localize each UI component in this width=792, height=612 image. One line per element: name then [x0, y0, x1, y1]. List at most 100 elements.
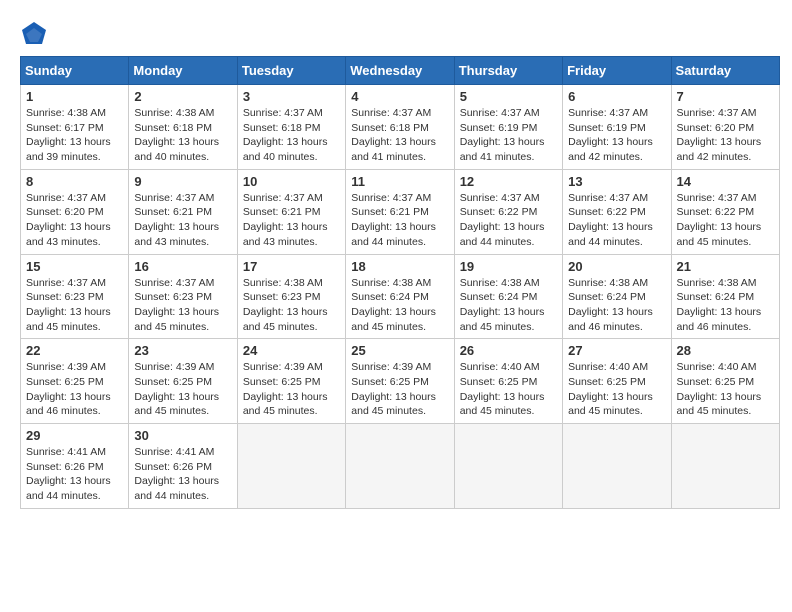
col-header-saturday: Saturday: [671, 57, 779, 85]
day-cell: 27 Sunrise: 4:40 AM Sunset: 6:25 PM Dayl…: [563, 339, 671, 424]
day-cell: [563, 424, 671, 509]
day-cell: 13 Sunrise: 4:37 AM Sunset: 6:22 PM Dayl…: [563, 169, 671, 254]
day-cell: 25 Sunrise: 4:39 AM Sunset: 6:25 PM Dayl…: [346, 339, 454, 424]
calendar-header-row: SundayMondayTuesdayWednesdayThursdayFrid…: [21, 57, 780, 85]
day-cell: 5 Sunrise: 4:37 AM Sunset: 6:19 PM Dayli…: [454, 85, 562, 170]
day-number: 14: [677, 174, 774, 189]
day-info: Sunrise: 4:37 AM Sunset: 6:22 PM Dayligh…: [568, 191, 665, 250]
day-number: 6: [568, 89, 665, 104]
logo: [20, 20, 52, 48]
day-number: 8: [26, 174, 123, 189]
day-info: Sunrise: 4:40 AM Sunset: 6:25 PM Dayligh…: [460, 360, 557, 419]
day-info: Sunrise: 4:37 AM Sunset: 6:22 PM Dayligh…: [677, 191, 774, 250]
day-info: Sunrise: 4:38 AM Sunset: 6:24 PM Dayligh…: [460, 276, 557, 335]
day-cell: 28 Sunrise: 4:40 AM Sunset: 6:25 PM Dayl…: [671, 339, 779, 424]
calendar-table: SundayMondayTuesdayWednesdayThursdayFrid…: [20, 56, 780, 509]
day-cell: 6 Sunrise: 4:37 AM Sunset: 6:19 PM Dayli…: [563, 85, 671, 170]
day-number: 17: [243, 259, 340, 274]
day-number: 20: [568, 259, 665, 274]
day-number: 15: [26, 259, 123, 274]
day-cell: 17 Sunrise: 4:38 AM Sunset: 6:23 PM Dayl…: [237, 254, 345, 339]
week-row-2: 8 Sunrise: 4:37 AM Sunset: 6:20 PM Dayli…: [21, 169, 780, 254]
day-number: 16: [134, 259, 231, 274]
day-info: Sunrise: 4:38 AM Sunset: 6:18 PM Dayligh…: [134, 106, 231, 165]
day-info: Sunrise: 4:39 AM Sunset: 6:25 PM Dayligh…: [243, 360, 340, 419]
day-info: Sunrise: 4:37 AM Sunset: 6:18 PM Dayligh…: [243, 106, 340, 165]
day-number: 30: [134, 428, 231, 443]
day-cell: 23 Sunrise: 4:39 AM Sunset: 6:25 PM Dayl…: [129, 339, 237, 424]
day-info: Sunrise: 4:41 AM Sunset: 6:26 PM Dayligh…: [26, 445, 123, 504]
day-number: 11: [351, 174, 448, 189]
day-number: 23: [134, 343, 231, 358]
day-number: 22: [26, 343, 123, 358]
day-info: Sunrise: 4:38 AM Sunset: 6:17 PM Dayligh…: [26, 106, 123, 165]
day-info: Sunrise: 4:39 AM Sunset: 6:25 PM Dayligh…: [134, 360, 231, 419]
day-info: Sunrise: 4:40 AM Sunset: 6:25 PM Dayligh…: [568, 360, 665, 419]
week-row-5: 29 Sunrise: 4:41 AM Sunset: 6:26 PM Dayl…: [21, 424, 780, 509]
day-info: Sunrise: 4:37 AM Sunset: 6:22 PM Dayligh…: [460, 191, 557, 250]
col-header-friday: Friday: [563, 57, 671, 85]
day-info: Sunrise: 4:38 AM Sunset: 6:24 PM Dayligh…: [677, 276, 774, 335]
day-cell: 2 Sunrise: 4:38 AM Sunset: 6:18 PM Dayli…: [129, 85, 237, 170]
day-cell: 29 Sunrise: 4:41 AM Sunset: 6:26 PM Dayl…: [21, 424, 129, 509]
day-info: Sunrise: 4:37 AM Sunset: 6:19 PM Dayligh…: [568, 106, 665, 165]
week-row-4: 22 Sunrise: 4:39 AM Sunset: 6:25 PM Dayl…: [21, 339, 780, 424]
day-number: 12: [460, 174, 557, 189]
day-info: Sunrise: 4:39 AM Sunset: 6:25 PM Dayligh…: [26, 360, 123, 419]
day-number: 26: [460, 343, 557, 358]
day-cell: 11 Sunrise: 4:37 AM Sunset: 6:21 PM Dayl…: [346, 169, 454, 254]
day-cell: 26 Sunrise: 4:40 AM Sunset: 6:25 PM Dayl…: [454, 339, 562, 424]
day-number: 24: [243, 343, 340, 358]
day-info: Sunrise: 4:37 AM Sunset: 6:20 PM Dayligh…: [26, 191, 123, 250]
day-number: 25: [351, 343, 448, 358]
day-info: Sunrise: 4:37 AM Sunset: 6:21 PM Dayligh…: [243, 191, 340, 250]
day-number: 13: [568, 174, 665, 189]
day-cell: 9 Sunrise: 4:37 AM Sunset: 6:21 PM Dayli…: [129, 169, 237, 254]
day-cell: [671, 424, 779, 509]
day-cell: 14 Sunrise: 4:37 AM Sunset: 6:22 PM Dayl…: [671, 169, 779, 254]
day-cell: [346, 424, 454, 509]
day-cell: 7 Sunrise: 4:37 AM Sunset: 6:20 PM Dayli…: [671, 85, 779, 170]
day-cell: 1 Sunrise: 4:38 AM Sunset: 6:17 PM Dayli…: [21, 85, 129, 170]
day-number: 10: [243, 174, 340, 189]
week-row-3: 15 Sunrise: 4:37 AM Sunset: 6:23 PM Dayl…: [21, 254, 780, 339]
day-cell: [237, 424, 345, 509]
day-info: Sunrise: 4:38 AM Sunset: 6:23 PM Dayligh…: [243, 276, 340, 335]
day-cell: 3 Sunrise: 4:37 AM Sunset: 6:18 PM Dayli…: [237, 85, 345, 170]
day-cell: [454, 424, 562, 509]
day-cell: 30 Sunrise: 4:41 AM Sunset: 6:26 PM Dayl…: [129, 424, 237, 509]
day-info: Sunrise: 4:38 AM Sunset: 6:24 PM Dayligh…: [351, 276, 448, 335]
day-info: Sunrise: 4:38 AM Sunset: 6:24 PM Dayligh…: [568, 276, 665, 335]
day-cell: 4 Sunrise: 4:37 AM Sunset: 6:18 PM Dayli…: [346, 85, 454, 170]
day-cell: 18 Sunrise: 4:38 AM Sunset: 6:24 PM Dayl…: [346, 254, 454, 339]
day-cell: 8 Sunrise: 4:37 AM Sunset: 6:20 PM Dayli…: [21, 169, 129, 254]
day-number: 9: [134, 174, 231, 189]
col-header-sunday: Sunday: [21, 57, 129, 85]
day-info: Sunrise: 4:37 AM Sunset: 6:20 PM Dayligh…: [677, 106, 774, 165]
header: [10, 10, 782, 56]
col-header-wednesday: Wednesday: [346, 57, 454, 85]
day-info: Sunrise: 4:37 AM Sunset: 6:19 PM Dayligh…: [460, 106, 557, 165]
logo-icon: [20, 20, 48, 48]
day-number: 1: [26, 89, 123, 104]
day-number: 2: [134, 89, 231, 104]
day-number: 18: [351, 259, 448, 274]
day-info: Sunrise: 4:37 AM Sunset: 6:21 PM Dayligh…: [134, 191, 231, 250]
day-cell: 16 Sunrise: 4:37 AM Sunset: 6:23 PM Dayl…: [129, 254, 237, 339]
week-row-1: 1 Sunrise: 4:38 AM Sunset: 6:17 PM Dayli…: [21, 85, 780, 170]
day-number: 7: [677, 89, 774, 104]
day-cell: 10 Sunrise: 4:37 AM Sunset: 6:21 PM Dayl…: [237, 169, 345, 254]
day-cell: 12 Sunrise: 4:37 AM Sunset: 6:22 PM Dayl…: [454, 169, 562, 254]
page-container: SundayMondayTuesdayWednesdayThursdayFrid…: [10, 10, 782, 519]
day-number: 27: [568, 343, 665, 358]
day-number: 19: [460, 259, 557, 274]
day-info: Sunrise: 4:37 AM Sunset: 6:18 PM Dayligh…: [351, 106, 448, 165]
day-number: 28: [677, 343, 774, 358]
col-header-monday: Monday: [129, 57, 237, 85]
day-info: Sunrise: 4:37 AM Sunset: 6:21 PM Dayligh…: [351, 191, 448, 250]
day-number: 5: [460, 89, 557, 104]
day-cell: 24 Sunrise: 4:39 AM Sunset: 6:25 PM Dayl…: [237, 339, 345, 424]
col-header-tuesday: Tuesday: [237, 57, 345, 85]
day-cell: 21 Sunrise: 4:38 AM Sunset: 6:24 PM Dayl…: [671, 254, 779, 339]
day-info: Sunrise: 4:39 AM Sunset: 6:25 PM Dayligh…: [351, 360, 448, 419]
